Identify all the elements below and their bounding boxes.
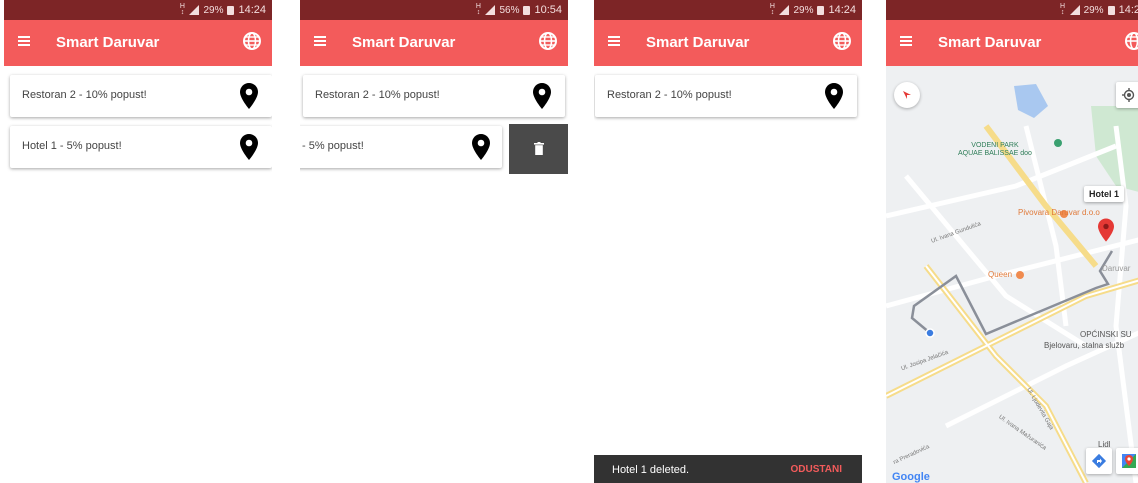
my-location-button[interactable] <box>1116 82 1138 108</box>
network-h-icon: H ↕ <box>769 3 775 16</box>
compass-icon <box>903 91 911 99</box>
battery-percent: 29% <box>1083 4 1104 16</box>
location-pin-icon[interactable] <box>533 83 551 109</box>
menu-icon[interactable] <box>900 36 912 46</box>
my-location-icon <box>1122 88 1135 102</box>
clock: 14:24 <box>238 4 266 16</box>
list-item-label: Restoran 2 - 10% popust! <box>607 89 732 101</box>
map-label-park: VODENI PARK AQUAE BALISSAE doo <box>958 142 1032 157</box>
screen-list: H ↕ 29% 14:24 Smart Daruvar Restoran 2 - … <box>4 0 272 483</box>
network-h-icon: H ↕ <box>1060 3 1066 16</box>
status-bar: H ↕ 29% 14:2 <box>886 0 1138 20</box>
app-title: Smart Daruvar <box>56 34 160 51</box>
status-bar: H ↕ 56% 10:54 <box>300 0 568 20</box>
delete-swipe-background[interactable] <box>509 124 568 174</box>
list-item-label: - 5% popust! <box>302 140 364 152</box>
globe-icon[interactable] <box>538 31 558 51</box>
map-label-opcinski: OPĆINSKI SU <box>1080 330 1132 339</box>
battery-icon <box>523 5 531 15</box>
trash-icon[interactable] <box>534 142 544 155</box>
battery-icon <box>817 5 825 15</box>
app-title: Smart Daruvar <box>938 34 1042 51</box>
menu-icon[interactable] <box>608 36 620 46</box>
globe-icon[interactable] <box>1124 31 1138 51</box>
network-h-icon: H ↕ <box>179 3 185 16</box>
status-bar: H ↕ 29% 14:24 <box>594 0 862 20</box>
marker-info-window: Hotel 1 <box>1084 186 1125 202</box>
location-pin-icon[interactable] <box>825 83 843 109</box>
list-item[interactable]: Restoran 2 - 10% popust! <box>303 75 565 117</box>
app-bar: Smart Daruvar <box>594 20 862 66</box>
app-bar: Smart Daruvar <box>300 20 568 66</box>
app-bar: Smart Daruvar <box>886 20 1138 66</box>
list-item-label: Restoran 2 - 10% popust! <box>22 89 147 101</box>
menu-icon[interactable] <box>18 36 30 46</box>
list-item-label: Hotel 1 - 5% popust! <box>22 140 122 152</box>
directions-icon <box>1091 453 1107 469</box>
directions-button[interactable] <box>1086 448 1112 474</box>
battery-icon <box>227 5 235 15</box>
globe-icon[interactable] <box>832 31 852 51</box>
map-label-queen: Queen <box>988 270 1013 279</box>
snackbar-message: Hotel 1 deleted. <box>612 464 690 476</box>
location-pin-icon[interactable] <box>240 134 258 160</box>
app-title: Smart Daruvar <box>646 34 750 51</box>
map-label-bjelovaru: Bjelovaru, stalna služb <box>1044 341 1125 350</box>
signal-icon <box>1069 5 1080 15</box>
signal-icon <box>189 5 200 15</box>
location-pin-icon[interactable] <box>240 83 258 109</box>
google-maps-icon <box>1122 454 1136 468</box>
map-marker-icon[interactable] <box>1098 218 1114 242</box>
list-item[interactable]: Hotel 1 - 5% popust! <box>10 126 272 168</box>
undo-button[interactable]: ODUSTANI <box>791 464 842 475</box>
list-item-swiping[interactable]: - 5% popust! <box>300 126 502 168</box>
screen-swipe-delete: H ↕ 56% 10:54 Smart Daruvar Restoran 2 - … <box>300 0 568 483</box>
signal-icon <box>485 5 496 15</box>
map-label-pivovara: Pivovara Daruvar d.o.o <box>1018 208 1100 217</box>
globe-icon[interactable] <box>242 31 262 51</box>
location-pin-icon[interactable] <box>472 134 490 160</box>
clock: 14:2 <box>1118 4 1138 16</box>
screen-deleted: H ↕ 29% 14:24 Smart Daruvar Restoran 2 - … <box>594 0 862 483</box>
map-label-daruvar: Daruvar <box>1102 264 1131 273</box>
clock: 14:24 <box>828 4 856 16</box>
screen-map: H ↕ 29% 14:2 Smart Daruvar Hotel 1 VODEN… <box>886 0 1138 483</box>
battery-percent: 29% <box>203 4 224 16</box>
battery-percent: 29% <box>793 4 814 16</box>
list-item[interactable]: Restoran 2 - 10% popust! <box>10 75 272 117</box>
google-logo: Google <box>892 471 930 483</box>
status-bar: H ↕ 29% 14:24 <box>4 0 272 20</box>
app-title: Smart Daruvar <box>352 34 456 51</box>
open-in-maps-button[interactable] <box>1116 448 1138 474</box>
network-h-icon: H ↕ <box>475 3 481 16</box>
list-item-label: Restoran 2 - 10% popust! <box>315 89 440 101</box>
list-item[interactable]: Restoran 2 - 10% popust! <box>595 75 857 117</box>
battery-icon <box>1107 5 1115 15</box>
battery-percent: 56% <box>499 4 520 16</box>
clock: 10:54 <box>534 4 562 16</box>
map-view[interactable]: Hotel 1 VODENI PARK AQUAE BALISSAE doo P… <box>886 66 1138 483</box>
menu-icon[interactable] <box>314 36 326 46</box>
app-bar: Smart Daruvar <box>4 20 272 66</box>
snackbar: Hotel 1 deleted. ODUSTANI <box>594 455 862 483</box>
signal-icon <box>779 5 790 15</box>
compass-button[interactable] <box>894 82 920 108</box>
